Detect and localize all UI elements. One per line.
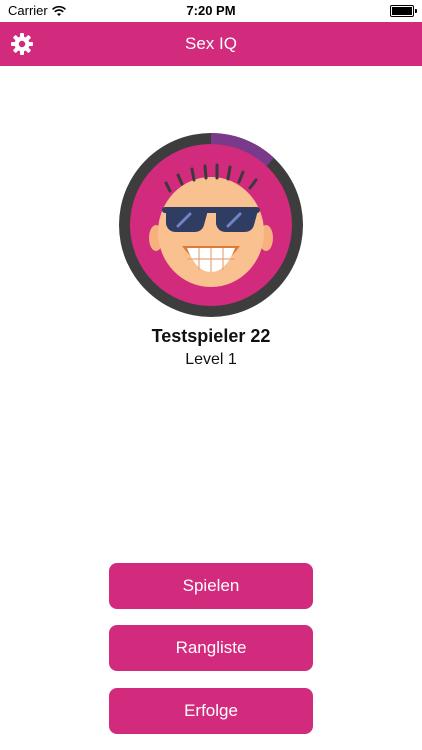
page-title: Sex IQ <box>185 34 237 53</box>
battery-icon <box>390 5 417 17</box>
play-button[interactable]: Spielen <box>109 563 313 609</box>
avatar[interactable] <box>114 128 308 322</box>
navigation-bar: Sex IQ <box>0 22 422 66</box>
player-level: Level 1 <box>185 351 237 368</box>
clock-time: 7:20 PM <box>186 3 236 18</box>
ranking-button[interactable]: Rangliste <box>109 625 313 671</box>
status-bar: Carrier 7:20 PM <box>0 0 422 22</box>
achievements-button[interactable]: Erfolge <box>109 688 313 734</box>
player-name: Testspieler 22 <box>151 326 271 346</box>
